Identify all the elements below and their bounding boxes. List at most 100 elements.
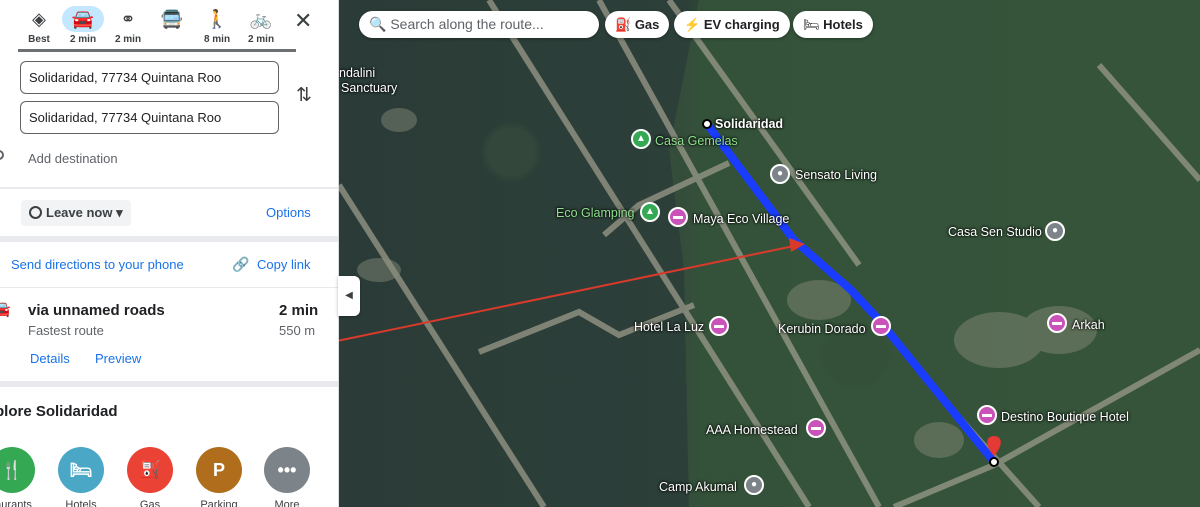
options-button[interactable]: Options: [266, 205, 311, 220]
add-destination-icon: [0, 150, 4, 160]
gas-icon: ⛽: [138, 460, 162, 480]
chevron-down-icon: ▾: [116, 205, 123, 220]
parking-icon: P: [212, 460, 225, 480]
origin-marker[interactable]: [702, 119, 712, 129]
place-label[interactable]: Maya Eco Village: [693, 212, 789, 226]
ev-charging-chip[interactable]: ⚡ EV charging: [674, 11, 790, 38]
hotel-pin-icon[interactable]: ▬: [1047, 313, 1067, 333]
copy-link-button[interactable]: Copy link: [257, 257, 310, 272]
category-label: Parking: [200, 499, 238, 507]
hotel-pin-icon[interactable]: ▬: [668, 207, 688, 227]
divider: [0, 381, 338, 387]
route-search-placeholder: Search along the route...: [390, 16, 544, 32]
category-gas-button[interactable]: ⛽: [127, 447, 173, 493]
hotel-icon: 🛏: [69, 460, 93, 480]
hotel-icon: 🛏: [803, 17, 820, 32]
divider: [0, 187, 338, 189]
chevron-left-icon: ◀: [345, 290, 353, 301]
more-icon: •••: [277, 460, 297, 480]
hotel-pin-icon[interactable]: ▬: [806, 418, 826, 438]
place-label[interactable]: Sensato Living: [795, 168, 877, 182]
route-time: 2 min: [279, 302, 319, 319]
destination-field[interactable]: Solidaridad, 77734 Quintana Roo: [20, 101, 279, 134]
divider: [0, 236, 338, 242]
hotels-chip[interactable]: 🛏 Hotels: [793, 11, 873, 38]
origin-label[interactable]: Solidaridad: [715, 117, 783, 131]
swap-icon[interactable]: ⇅: [296, 84, 312, 107]
ev-charging-chip-label: EV charging: [703, 17, 780, 32]
gas-chip-label: Gas: [634, 17, 660, 32]
explore-title: plore Solidaridad: [0, 403, 118, 420]
place-label[interactable]: Casa Gemelas: [655, 134, 738, 148]
leave-now-label: Leave now: [46, 205, 113, 220]
category-parking-button[interactable]: P: [196, 447, 242, 493]
hotels-chip-label: Hotels: [823, 17, 863, 32]
car-icon: 🚘: [62, 6, 104, 32]
send-directions-link[interactable]: Send directions to your phone: [11, 257, 184, 272]
add-destination-button[interactable]: Add destination: [28, 151, 118, 166]
mode-walking[interactable]: 🚶 8 min: [194, 6, 240, 50]
directions-panel: ◈ Best 🚘 2 min ⚭ 2 min 🚍 🚶 8 min 🚲 2 min…: [0, 0, 339, 507]
mode-driving-label: 2 min: [69, 34, 97, 45]
preview-button[interactable]: Preview: [95, 351, 141, 366]
travel-mode-bar: ◈ Best 🚘 2 min ⚭ 2 min 🚍 🚶 8 min 🚲 2 min…: [0, 0, 338, 52]
hotel-pin-icon[interactable]: ▬: [977, 405, 997, 425]
place-label[interactable]: AAA Homestead: [706, 423, 798, 437]
place-pin-icon[interactable]: ●: [770, 164, 790, 184]
place-label[interactable]: Arkah: [1072, 318, 1105, 332]
close-icon[interactable]: ✕: [294, 8, 312, 34]
route-search-input[interactable]: 🔍 Search along the route...: [359, 11, 599, 38]
mode-best[interactable]: ◈ Best: [16, 6, 62, 50]
diamond-route-icon: ◈: [32, 9, 46, 29]
hotel-pin-icon[interactable]: ▬: [709, 316, 729, 336]
place-label[interactable]: Kerubin Dorado: [778, 322, 866, 336]
place-label[interactable]: Casa Sen Studio: [948, 225, 1042, 239]
campground-icon[interactable]: ▲: [640, 202, 660, 222]
destination-marker[interactable]: [989, 457, 999, 467]
collapse-panel-button[interactable]: ◀: [338, 276, 360, 316]
category-hotels-button[interactable]: 🛏: [58, 447, 104, 493]
mode-driving[interactable]: 🚘 2 min: [60, 6, 106, 50]
satellite-map[interactable]: 🔍 Search along the route... ⛽ Gas ⚡ EV c…: [339, 0, 1200, 507]
transit-icon: 🚍: [160, 9, 184, 29]
place-pin-icon[interactable]: ●: [744, 475, 764, 495]
mode-motorcycle-label: 2 min: [114, 34, 142, 45]
link-icon: 🔗: [232, 256, 250, 272]
mode-bar-divider: [18, 49, 296, 52]
gas-chip[interactable]: ⛽ Gas: [605, 11, 670, 38]
mode-cycling-label: 2 min: [247, 34, 275, 45]
leave-now-dropdown[interactable]: Leave now ▾: [21, 200, 131, 226]
restaurant-icon: 🍴: [0, 460, 24, 480]
motorcycle-icon: ⚭: [120, 9, 136, 29]
category-label: Gas: [139, 499, 161, 507]
details-button[interactable]: Details: [30, 351, 70, 366]
place-label[interactable]: Eco Glamping: [556, 206, 635, 220]
category-more-button[interactable]: •••: [264, 447, 310, 493]
campground-icon[interactable]: ▲: [631, 129, 651, 149]
place-label[interactable]: Destino Boutique Hotel: [1001, 410, 1129, 424]
route-distance: 550 m: [279, 323, 316, 338]
route-name: via unnamed roads: [28, 302, 165, 319]
divider: [0, 287, 338, 288]
mode-motorcycle[interactable]: ⚭ 2 min: [105, 6, 151, 50]
clock-icon: [29, 206, 42, 219]
ev-charging-icon: ⚡: [684, 17, 701, 32]
place-label[interactable]: ndalini: [339, 66, 375, 80]
hotel-pin-icon[interactable]: ▬: [871, 316, 891, 336]
category-label: Hotels: [65, 499, 97, 507]
place-label[interactable]: Hotel La Luz: [634, 320, 704, 334]
origin-field[interactable]: Solidaridad, 77734 Quintana Roo: [20, 61, 279, 94]
category-restaurants-button[interactable]: 🍴: [0, 447, 35, 493]
bicycle-icon: 🚲: [249, 9, 273, 29]
mode-cycling[interactable]: 🚲 2 min: [238, 6, 284, 50]
category-label: taurants: [0, 499, 32, 507]
route-subtitle: Fastest route: [28, 323, 104, 338]
walking-icon: 🚶: [205, 9, 229, 29]
place-pin-icon[interactable]: ●: [1045, 221, 1065, 241]
gas-icon: ⛽: [615, 17, 632, 32]
mode-walking-label: 8 min: [203, 34, 231, 45]
place-label[interactable]: Camp Akumal: [659, 480, 737, 494]
category-label: More: [274, 499, 300, 507]
place-label[interactable]: Sanctuary: [341, 81, 397, 95]
mode-transit[interactable]: 🚍: [149, 6, 195, 50]
